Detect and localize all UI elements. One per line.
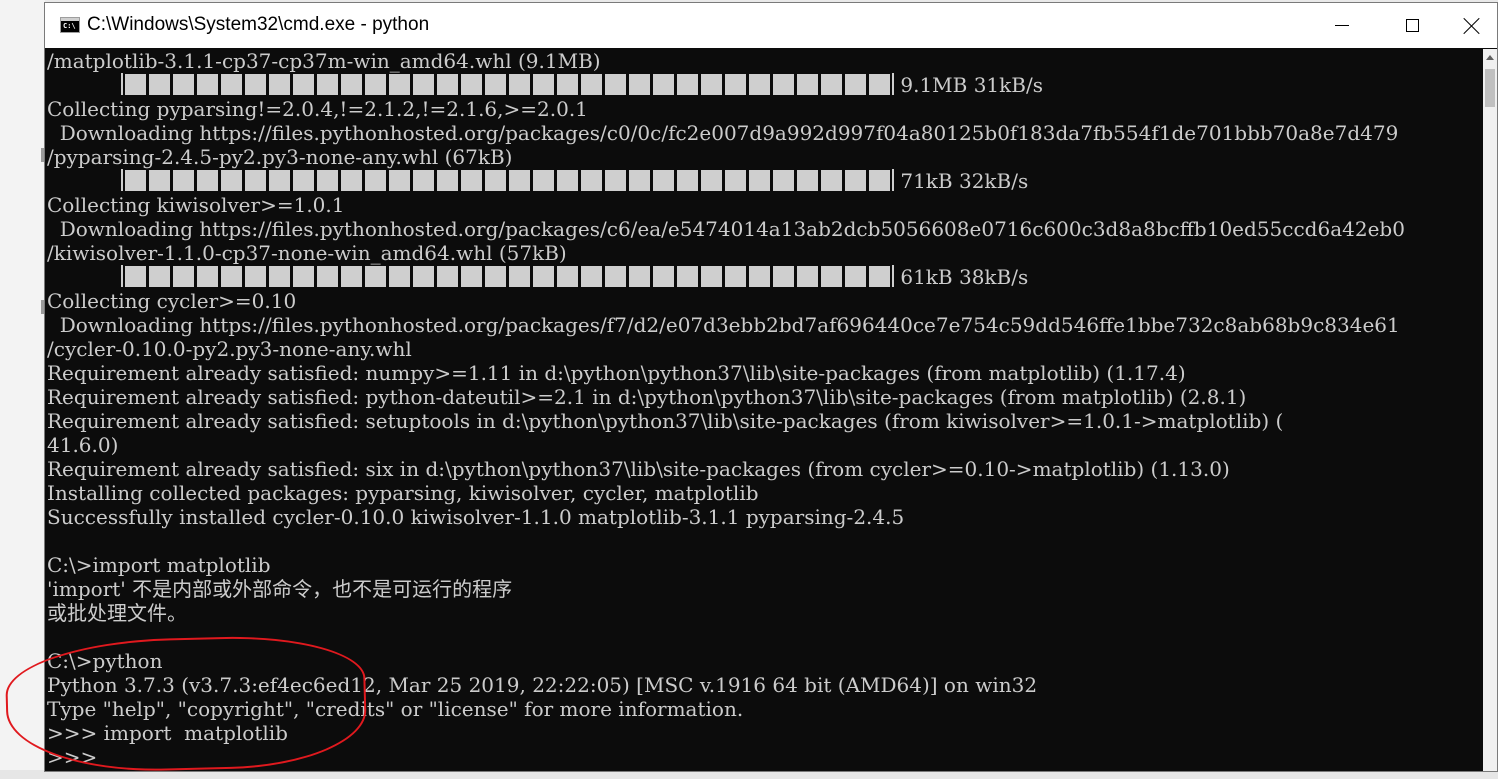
console-line: Installing collected packages: pyparsing… bbox=[47, 481, 759, 505]
red-highlight-circle bbox=[4, 633, 368, 775]
console-line: /pyparsing-2.4.5-py2.py3-none-any.whl (6… bbox=[47, 145, 513, 169]
console-line: Requirement already satisfied: setuptool… bbox=[47, 409, 1284, 433]
console-line: /kiwisolver-1.1.0-cp37-none-win_amd64.wh… bbox=[47, 241, 567, 265]
console-line: /matplotlib-3.1.1-cp37-cp37m-win_amd64.w… bbox=[47, 49, 601, 73]
console-line: C:\>import matplotlib bbox=[47, 553, 271, 577]
progress-stats: 71kB 32kB/s bbox=[894, 169, 1029, 193]
console-line: Collecting cycler>=0.10 bbox=[47, 289, 297, 313]
progress-line: 9.1MB 31kB/s bbox=[47, 73, 1483, 97]
progress-line: 71kB 32kB/s bbox=[47, 169, 1483, 193]
console-line: /cycler-0.10.0-py2.py3-none-any.whl bbox=[47, 337, 412, 361]
progress-bar bbox=[125, 74, 890, 95]
minimize-button[interactable] bbox=[1307, 3, 1377, 48]
console-line: Collecting kiwisolver>=1.0.1 bbox=[47, 193, 345, 217]
window-title: C:\Windows\System32\cmd.exe - python bbox=[87, 14, 430, 35]
progress-bar bbox=[125, 170, 890, 191]
title-bar[interactable]: C:\ C:\Windows\System32\cmd.exe - python bbox=[45, 3, 1497, 48]
progress-line: 61kB 38kB/s bbox=[47, 265, 1483, 289]
console-line: 'import' 不是内部或外部命令，也不是可运行的程序 bbox=[47, 577, 513, 601]
progress-bar-start bbox=[121, 265, 123, 287]
maximize-icon bbox=[1405, 19, 1419, 32]
scroll-up-arrow-icon[interactable] bbox=[1486, 55, 1494, 60]
close-icon bbox=[1463, 17, 1481, 35]
vertical-scrollbar[interactable] bbox=[1483, 49, 1497, 771]
progress-stats: 61kB 38kB/s bbox=[894, 265, 1029, 289]
console-line: Requirement already satisfied: six in d:… bbox=[47, 457, 1230, 481]
close-button[interactable] bbox=[1447, 3, 1497, 48]
progress-bar-start bbox=[121, 169, 123, 191]
console-line: Downloading https://files.pythonhosted.o… bbox=[47, 121, 1399, 145]
maximize-button[interactable] bbox=[1377, 3, 1447, 48]
progress-stats: 9.1MB 31kB/s bbox=[894, 73, 1043, 97]
console-line: Downloading https://files.pythonhosted.o… bbox=[47, 313, 1400, 337]
console-line: Successfully installed cycler-0.10.0 kiw… bbox=[47, 505, 905, 529]
scrollbar-thumb[interactable] bbox=[1485, 69, 1495, 107]
cmd-app-icon[interactable]: C:\ bbox=[60, 17, 80, 33]
console-line: 41.6.0) bbox=[47, 433, 119, 457]
minimize-icon bbox=[1335, 25, 1349, 26]
console-line: Requirement already satisfied: python-da… bbox=[47, 385, 1247, 409]
console-line: Requirement already satisfied: numpy>=1.… bbox=[47, 361, 1186, 385]
console-line: Collecting pyparsing!=2.0.4,!=2.1.2,!=2.… bbox=[47, 97, 588, 121]
progress-bar bbox=[125, 266, 890, 287]
console-line: 或批处理文件。 bbox=[47, 601, 187, 625]
console-line: Downloading https://files.pythonhosted.o… bbox=[47, 217, 1405, 241]
progress-bar-start bbox=[121, 73, 123, 95]
